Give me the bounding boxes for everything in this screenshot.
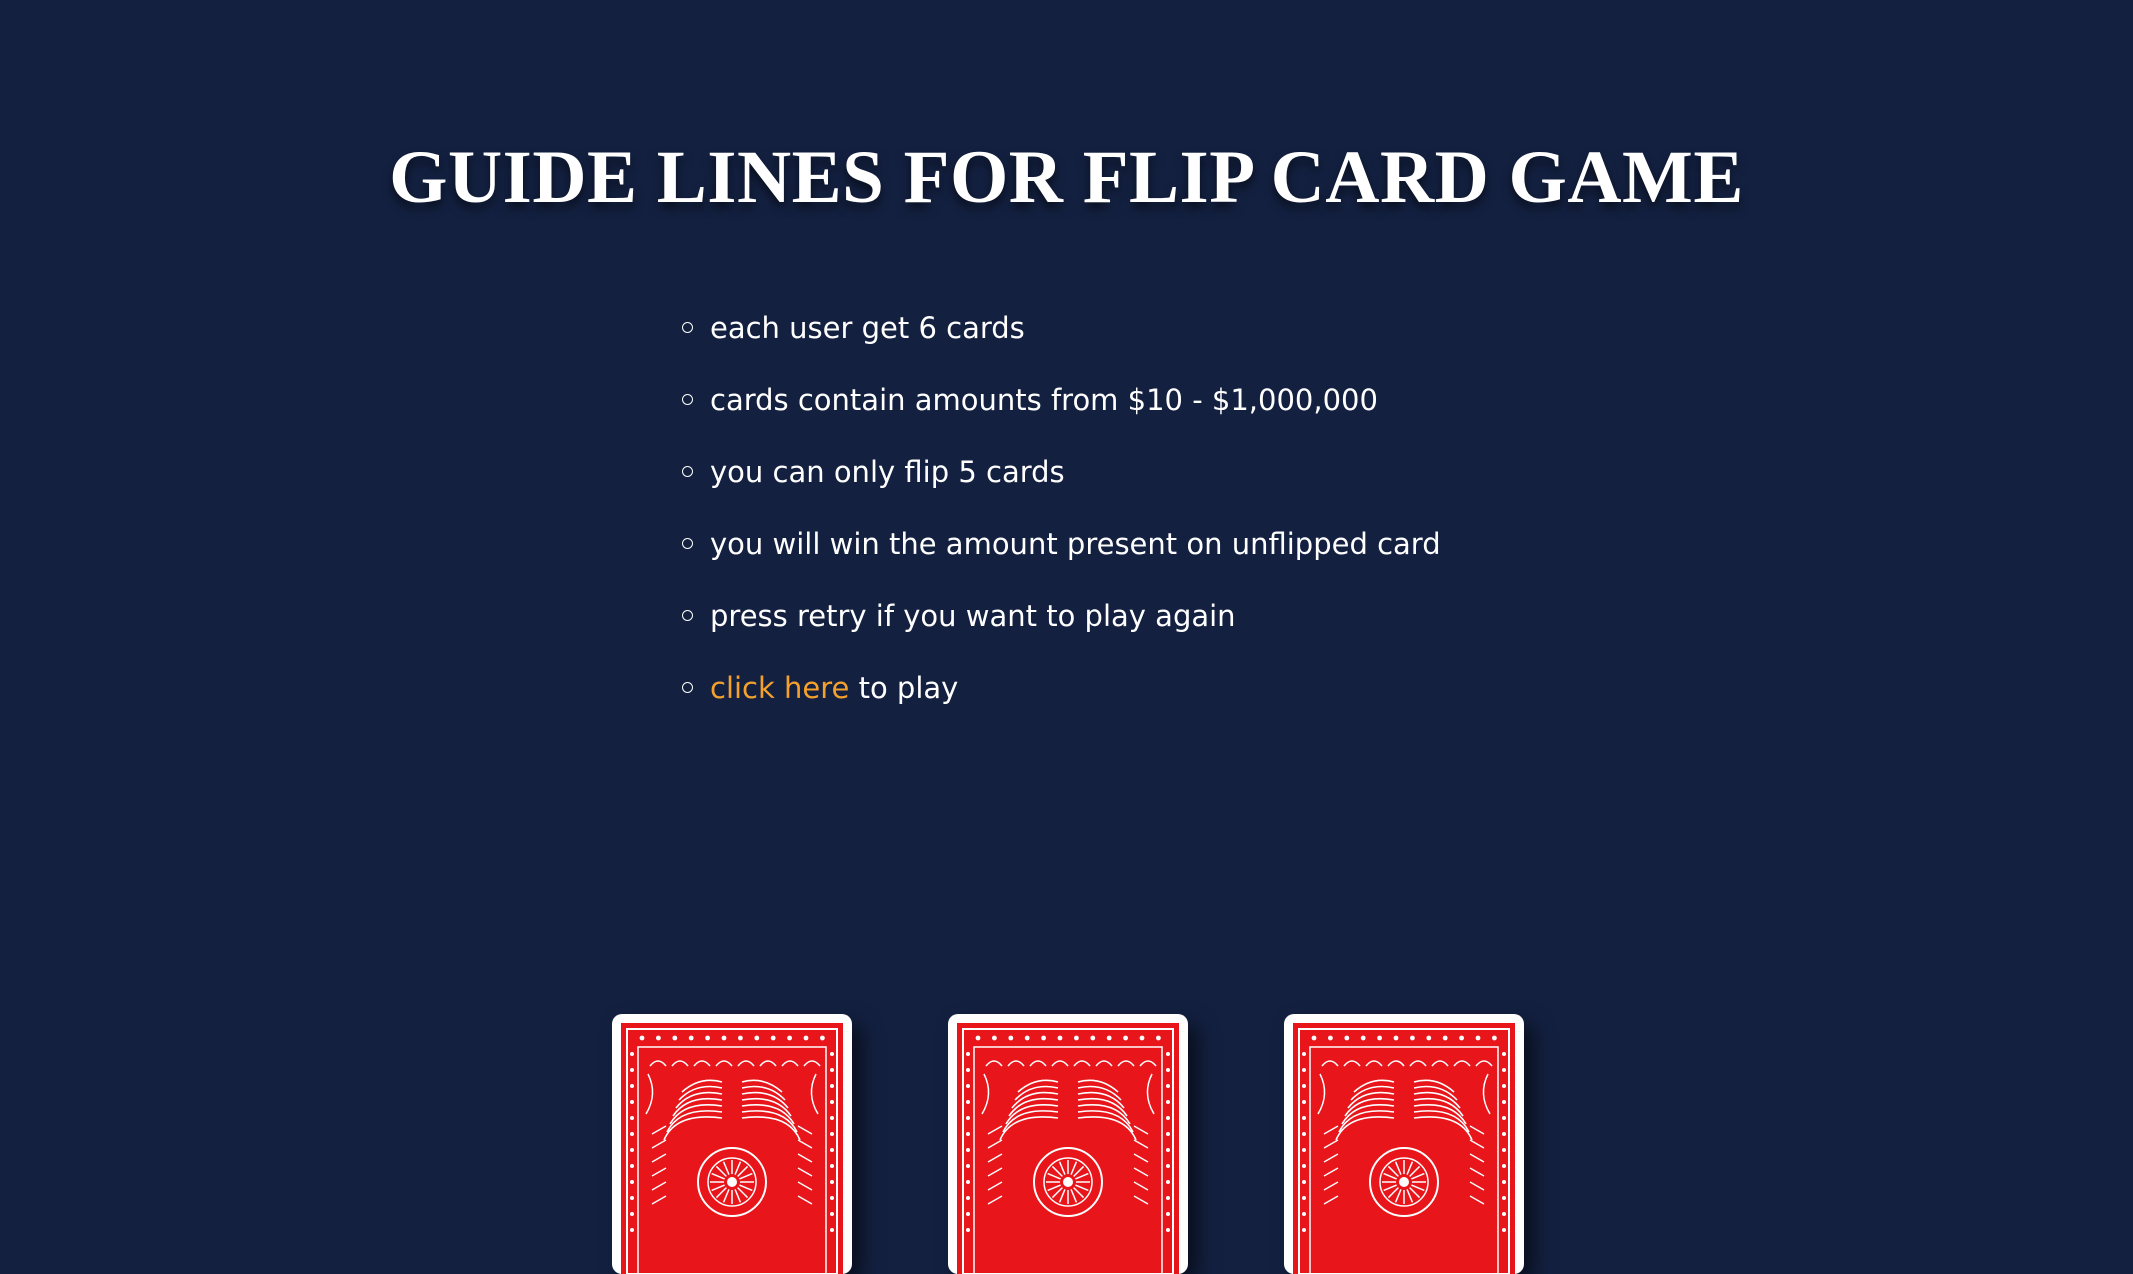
rule-text: cards contain amounts from $10 - $1,000,…	[710, 383, 1378, 417]
circle-bullet-icon	[682, 682, 693, 693]
list-item: each user get 6 cards	[677, 300, 1441, 372]
play-item: click here to play	[677, 660, 1441, 732]
circle-bullet-icon	[682, 322, 693, 333]
card-back-icon	[1293, 1023, 1515, 1274]
rule-text: each user get 6 cards	[710, 311, 1025, 345]
rule-text: press retry if you want to play again	[710, 599, 1236, 633]
play-suffix: to play	[849, 671, 959, 705]
circle-bullet-icon	[682, 394, 693, 405]
list-item: you will win the amount present on unfli…	[677, 516, 1441, 588]
circle-bullet-icon	[682, 466, 693, 477]
list-item: press retry if you want to play again	[677, 588, 1441, 660]
rule-text: you will win the amount present on unfli…	[710, 527, 1441, 561]
play-link[interactable]: click here	[710, 671, 849, 705]
rule-text: you can only flip 5 cards	[710, 455, 1065, 489]
page-title: GUIDE LINES FOR FLIP CARD GAME	[389, 136, 1744, 219]
card-back-icon	[621, 1023, 843, 1274]
card-1[interactable]	[612, 1014, 852, 1274]
list-item: you can only flip 5 cards	[677, 444, 1441, 516]
card-back-icon	[957, 1023, 1179, 1274]
circle-bullet-icon	[682, 538, 693, 549]
list-item: cards contain amounts from $10 - $1,000,…	[677, 372, 1441, 444]
card-2[interactable]	[948, 1014, 1188, 1274]
cards-row	[0, 1014, 2133, 1274]
card-3[interactable]	[1284, 1014, 1524, 1274]
circle-bullet-icon	[682, 610, 693, 621]
rules-list: each user get 6 cards cards contain amou…	[677, 300, 1441, 732]
